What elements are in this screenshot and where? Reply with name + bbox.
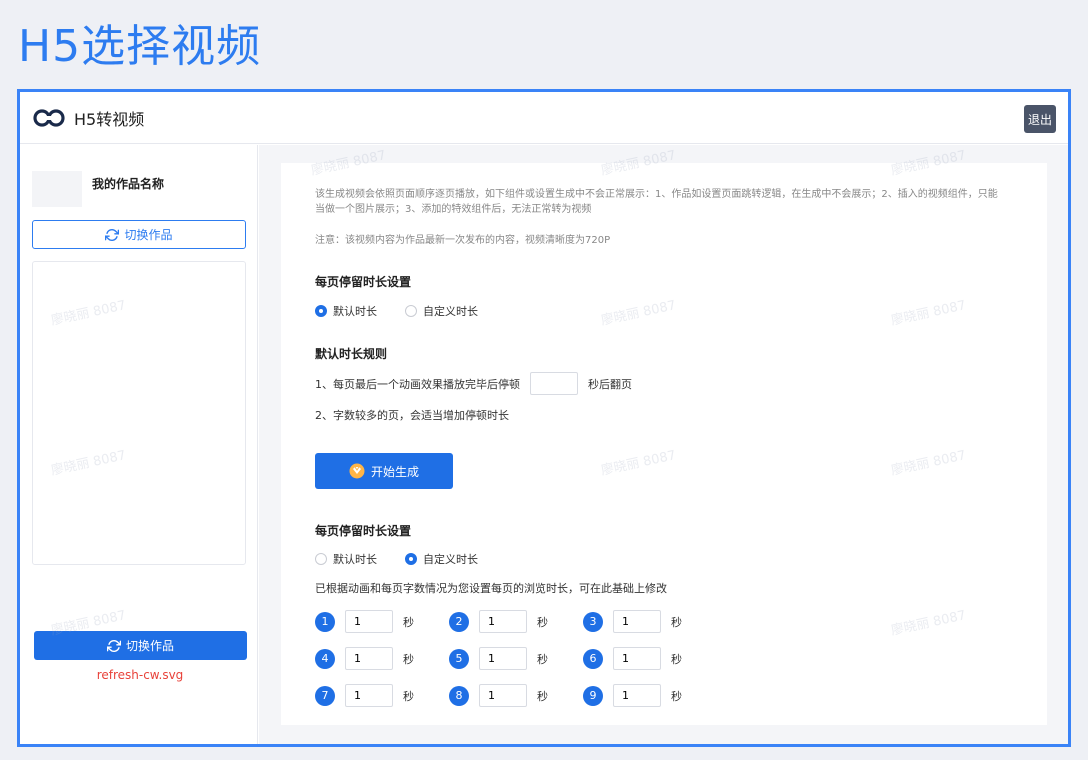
page-seconds-input[interactable] bbox=[613, 647, 661, 670]
radio-custom-duration[interactable] bbox=[405, 305, 417, 317]
switch-work-solid-label: 切换作品 bbox=[125, 639, 174, 653]
rules-title: 默认时长规则 bbox=[315, 347, 388, 361]
page-number-badge: 5 bbox=[449, 648, 469, 669]
radio-default-duration-2[interactable] bbox=[315, 553, 327, 565]
page-seconds-input[interactable] bbox=[345, 684, 393, 707]
seconds-unit: 秒 bbox=[671, 615, 682, 629]
page-number-badge: 8 bbox=[449, 685, 469, 706]
page-cell: 3 秒 bbox=[583, 610, 717, 633]
section2-title: 每页停留时长设置 bbox=[315, 524, 412, 538]
grid-row: 1 秒 2 秒 3 秒 bbox=[315, 603, 735, 640]
work-preview bbox=[32, 261, 246, 565]
page-cell: 2 秒 bbox=[449, 610, 583, 633]
rule1-suffix: 秒后翻页 bbox=[588, 377, 632, 391]
refresh-icon bbox=[106, 639, 121, 652]
switch-work-outline-button[interactable]: 切换作品 bbox=[32, 220, 246, 249]
pause-seconds-input[interactable] bbox=[530, 372, 578, 395]
radio-default-duration[interactable] bbox=[315, 305, 327, 317]
duration-hint: 已根据动画和每页字数情况为您设置每页的浏览时长，可在此基础上修改 bbox=[315, 582, 667, 595]
app-frame: H5转视频 退出 我的作品名称 切换作品 切换作品 refresh-cw.svg… bbox=[17, 89, 1071, 747]
page-number-badge: 3 bbox=[583, 611, 603, 632]
seconds-unit: 秒 bbox=[537, 652, 548, 666]
page-number-badge: 2 bbox=[449, 611, 469, 632]
rule-line-1: 1、每页最后一个动画效果播放完毕后停顿 秒后翻页 bbox=[315, 372, 632, 395]
page-cell: 8 秒 bbox=[449, 684, 583, 707]
top-bar: H5转视频 退出 bbox=[20, 92, 1068, 144]
page-seconds-input[interactable] bbox=[345, 610, 393, 633]
page-seconds-input[interactable] bbox=[479, 647, 527, 670]
page-number-badge: 1 bbox=[315, 611, 335, 632]
rule1-prefix: 1、每页最后一个动画效果播放完毕后停顿 bbox=[315, 377, 520, 391]
seconds-unit: 秒 bbox=[671, 689, 682, 703]
seconds-unit: 秒 bbox=[403, 615, 414, 629]
sidebar: 我的作品名称 切换作品 切换作品 refresh-cw.svg bbox=[20, 145, 258, 744]
settings-card: 该生成视频会依照页面顺序逐页播放，如下组件或设置生成中不会正常展示：1、作品如设… bbox=[281, 163, 1047, 725]
grid-row: 7 秒 8 秒 9 秒 bbox=[315, 677, 735, 714]
page-duration-grid: 1 秒 2 秒 3 秒 bbox=[315, 603, 735, 714]
brand-title: H5转视频 bbox=[74, 110, 145, 129]
seconds-unit: 秒 bbox=[537, 689, 548, 703]
logout-button[interactable]: 退出 bbox=[1024, 105, 1056, 133]
radio-default-duration-2-label: 默认时长 bbox=[333, 553, 377, 566]
start-generate-label: 开始生成 bbox=[370, 464, 419, 479]
page-seconds-input[interactable] bbox=[479, 610, 527, 633]
radio-custom-duration-label: 自定义时长 bbox=[423, 305, 478, 318]
page-cell: 6 秒 bbox=[583, 647, 717, 670]
rule2-text: 2、字数较多的页，会适当增加停顿时长 bbox=[315, 409, 509, 422]
page-heading: H5选择视频 bbox=[18, 21, 262, 72]
grid-row: 4 秒 5 秒 6 秒 bbox=[315, 640, 735, 677]
section1-title: 每页停留时长设置 bbox=[315, 275, 412, 289]
section1-radio-group: 默认时长 自定义时长 bbox=[315, 303, 506, 319]
switch-work-solid-button[interactable]: 切换作品 bbox=[34, 631, 247, 660]
page-seconds-input[interactable] bbox=[613, 684, 661, 707]
brand: H5转视频 bbox=[32, 106, 144, 130]
icon-file-note: refresh-cw.svg bbox=[96, 668, 184, 682]
intro-text: 该生成视频会依照页面顺序逐页播放，如下组件或设置生成中不会正常展示：1、作品如设… bbox=[315, 189, 998, 215]
seconds-unit: 秒 bbox=[403, 689, 414, 703]
switch-work-outline-label: 切换作品 bbox=[124, 228, 173, 242]
page-seconds-input[interactable] bbox=[613, 610, 661, 633]
work-name: 我的作品名称 bbox=[92, 177, 165, 191]
radio-custom-duration-2-label: 自定义时长 bbox=[423, 553, 478, 566]
main-area: 该生成视频会依照页面顺序逐页播放，如下组件或设置生成中不会正常展示：1、作品如设… bbox=[259, 145, 1068, 744]
page-cell: 1 秒 bbox=[315, 610, 449, 633]
work-thumbnail bbox=[32, 171, 82, 207]
page-number-badge: 9 bbox=[583, 685, 603, 706]
page-number-badge: 7 bbox=[315, 685, 335, 706]
page-seconds-input[interactable] bbox=[345, 647, 393, 670]
infinity-logo-icon bbox=[33, 109, 65, 127]
radio-default-duration-label: 默认时长 bbox=[333, 305, 377, 318]
page-seconds-input[interactable] bbox=[479, 684, 527, 707]
seconds-unit: 秒 bbox=[537, 615, 548, 629]
page-cell: 9 秒 bbox=[583, 684, 717, 707]
section2-radio-group: 默认时长 自定义时长 bbox=[315, 551, 506, 567]
radio-custom-duration-2[interactable] bbox=[405, 553, 417, 565]
page-cell: 5 秒 bbox=[449, 647, 583, 670]
refresh-icon bbox=[105, 228, 120, 241]
badge-icon bbox=[349, 463, 365, 479]
start-generate-button[interactable]: 开始生成 bbox=[315, 453, 453, 489]
page-number-badge: 6 bbox=[583, 648, 603, 669]
seconds-unit: 秒 bbox=[403, 652, 414, 666]
page-number-badge: 4 bbox=[315, 648, 335, 669]
notice-text: 注意：该视频内容为作品最新一次发布的内容，视频清晰度为720P bbox=[315, 235, 611, 246]
seconds-unit: 秒 bbox=[671, 652, 682, 666]
page-cell: 4 秒 bbox=[315, 647, 449, 670]
page-cell: 7 秒 bbox=[315, 684, 449, 707]
